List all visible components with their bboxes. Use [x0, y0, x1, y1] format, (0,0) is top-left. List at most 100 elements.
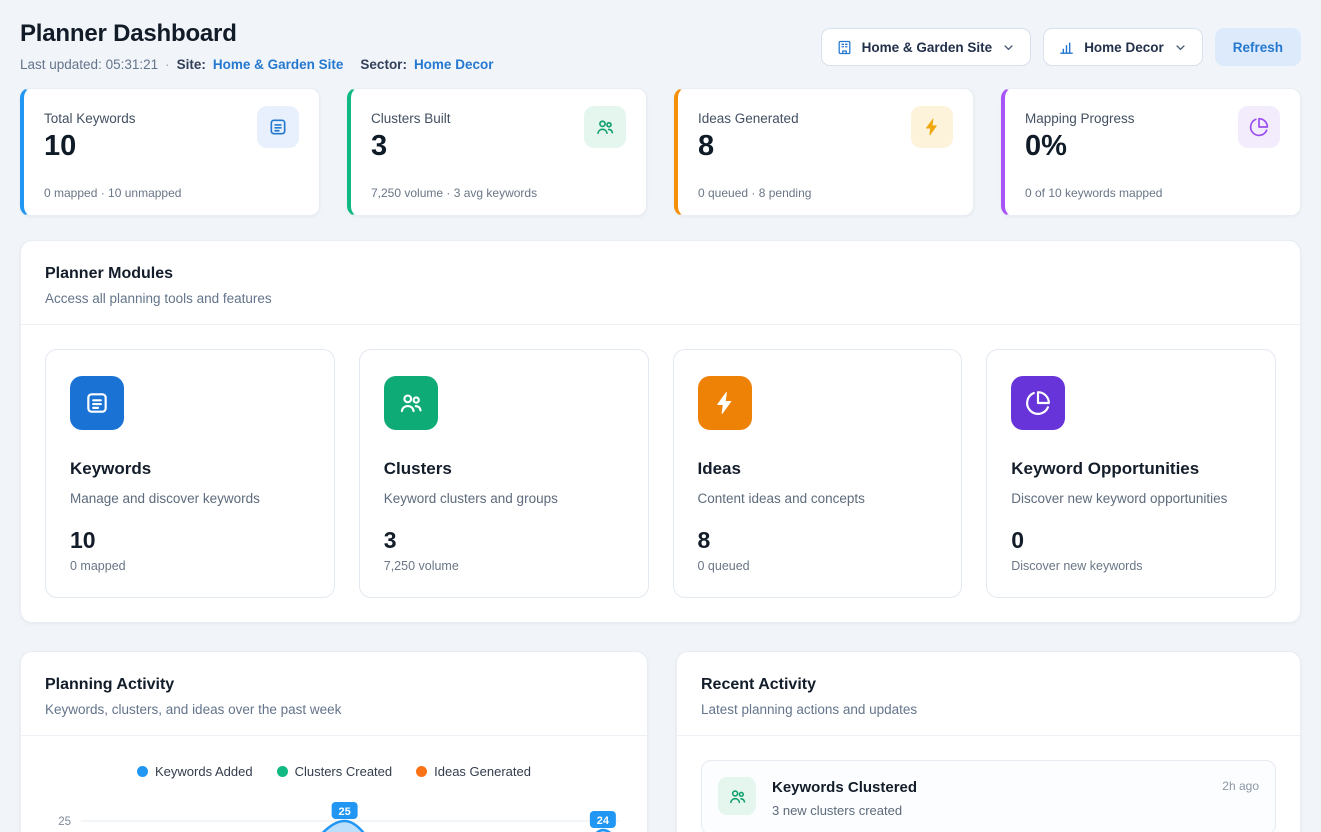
last-updated-text: Last updated: 05:31:21 — [20, 57, 158, 72]
module-card[interactable]: Ideas Content ideas and concepts 8 0 que… — [673, 349, 963, 598]
users-icon — [584, 106, 626, 148]
sector-label: Sector: — [360, 57, 407, 72]
module-title: Clusters — [384, 459, 624, 479]
bolt-icon — [698, 376, 752, 430]
module-subtext: 7,250 volume — [384, 559, 624, 573]
stat-card: Mapping Progress 0% 0 of 10 keywords map… — [1001, 88, 1301, 216]
bar-chart-icon — [1058, 39, 1075, 56]
planning-activity-header: Planning Activity Keywords, clusters, an… — [21, 652, 647, 736]
activity-body: Keywords Clustered 3 new clusters create… — [772, 777, 1206, 818]
activity-list: Keywords Clustered 3 new clusters create… — [677, 736, 1300, 832]
stat-subtext: 0 of 10 keywords mapped — [1025, 186, 1280, 200]
legend-label: Clusters Created — [295, 764, 393, 779]
stat-card: Total Keywords 10 0 mapped · 10 unmapped — [20, 88, 320, 216]
document-icon — [257, 106, 299, 148]
site-label: Site: — [177, 57, 206, 72]
module-subtext: 0 mapped — [70, 559, 310, 573]
stat-value: 0% — [1025, 130, 1238, 163]
site-selector-dropdown[interactable]: Home & Garden Site — [821, 28, 1032, 66]
chevron-down-icon — [1001, 40, 1016, 55]
module-title: Keywords — [70, 459, 310, 479]
module-title: Keyword Opportunities — [1011, 459, 1251, 479]
module-title: Ideas — [698, 459, 938, 479]
module-card[interactable]: Keywords Manage and discover keywords 10… — [45, 349, 335, 598]
stat-subtext: 0 mapped · 10 unmapped — [44, 186, 299, 200]
stat-subtext: 7,250 volume · 3 avg keywords — [371, 186, 626, 200]
bottom-row: Planning Activity Keywords, clusters, an… — [20, 651, 1301, 832]
module-description: Content ideas and concepts — [698, 491, 938, 506]
pie-icon — [1238, 106, 1280, 148]
stat-label: Mapping Progress — [1025, 106, 1238, 126]
planning-activity-panel: Planning Activity Keywords, clusters, an… — [20, 651, 648, 832]
header: Planner Dashboard Last updated: 05:31:21… — [20, 20, 1301, 72]
stat-value: 8 — [698, 130, 911, 163]
meta-row: Last updated: 05:31:21 · Site: Home & Ga… — [20, 57, 493, 72]
recent-activity-title: Recent Activity — [701, 676, 1276, 694]
site-selector-label: Home & Garden Site — [862, 40, 993, 55]
module-description: Discover new keyword opportunities — [1011, 491, 1251, 506]
header-controls: Home & Garden Site Home Decor Refresh — [821, 28, 1301, 66]
stat-card: Clusters Built 3 7,250 volume · 3 avg ke… — [347, 88, 647, 216]
module-card[interactable]: Clusters Keyword clusters and groups 3 7… — [359, 349, 649, 598]
activity-description: 3 new clusters created — [772, 803, 1206, 818]
legend-label: Keywords Added — [155, 764, 253, 779]
planning-activity-chart: 252524 — [45, 789, 623, 832]
stat-card: Ideas Generated 8 0 queued · 8 pending — [674, 88, 974, 216]
legend-item: Keywords Added — [137, 764, 253, 779]
legend-label: Ideas Generated — [434, 764, 531, 779]
building-icon — [836, 39, 853, 56]
sector-link[interactable]: Home Decor — [414, 57, 494, 72]
sector-selector-label: Home Decor — [1084, 40, 1164, 55]
planner-modules-title: Planner Modules — [45, 265, 1276, 283]
stat-value: 3 — [371, 130, 584, 163]
stat-value: 10 — [44, 130, 257, 163]
chart-legend: Keywords Added Clusters Created Ideas Ge… — [45, 764, 623, 779]
module-value: 8 — [698, 527, 938, 554]
legend-item: Ideas Generated — [416, 764, 531, 779]
recent-activity-panel: Recent Activity Latest planning actions … — [676, 651, 1301, 832]
separator-dot: · — [165, 57, 170, 72]
module-subtext: 0 queued — [698, 559, 938, 573]
module-value: 10 — [70, 527, 310, 554]
module-value: 0 — [1011, 527, 1251, 554]
planning-activity-subtitle: Keywords, clusters, and ideas over the p… — [45, 702, 623, 717]
stat-label: Clusters Built — [371, 106, 584, 126]
stat-cards-row: Total Keywords 10 0 mapped · 10 unmapped… — [20, 88, 1301, 216]
recent-activity-subtitle: Latest planning actions and updates — [701, 702, 1276, 717]
refresh-button[interactable]: Refresh — [1215, 28, 1301, 66]
stat-label: Total Keywords — [44, 106, 257, 126]
sector-selector-dropdown[interactable]: Home Decor — [1043, 28, 1203, 66]
svg-text:25: 25 — [338, 806, 350, 818]
legend-item: Clusters Created — [277, 764, 393, 779]
document-icon — [70, 376, 124, 430]
modules-grid: Keywords Manage and discover keywords 10… — [21, 325, 1300, 622]
module-value: 3 — [384, 527, 624, 554]
recent-activity-header: Recent Activity Latest planning actions … — [677, 652, 1300, 736]
site-link[interactable]: Home & Garden Site — [213, 57, 344, 72]
planner-modules-subtitle: Access all planning tools and features — [45, 291, 1276, 306]
planning-activity-title: Planning Activity — [45, 676, 623, 694]
planner-dashboard-page: Planner Dashboard Last updated: 05:31:21… — [0, 0, 1321, 832]
planner-modules-header: Planner Modules Access all planning tool… — [21, 241, 1300, 325]
pie-icon — [1011, 376, 1065, 430]
page-title: Planner Dashboard — [20, 20, 493, 48]
stat-subtext: 0 queued · 8 pending — [698, 186, 953, 200]
legend-dot — [277, 766, 288, 777]
module-card[interactable]: Keyword Opportunities Discover new keywo… — [986, 349, 1276, 598]
chevron-down-icon — [1173, 40, 1188, 55]
stat-label: Ideas Generated — [698, 106, 911, 126]
chart-area: Keywords Added Clusters Created Ideas Ge… — [21, 736, 647, 832]
legend-dot — [416, 766, 427, 777]
bolt-icon — [911, 106, 953, 148]
module-description: Manage and discover keywords — [70, 491, 310, 506]
activity-item[interactable]: Keywords Clustered 3 new clusters create… — [701, 760, 1276, 832]
header-left: Planner Dashboard Last updated: 05:31:21… — [20, 20, 493, 72]
legend-dot — [137, 766, 148, 777]
activity-time: 2h ago — [1222, 779, 1259, 793]
svg-text:25: 25 — [58, 816, 71, 828]
module-description: Keyword clusters and groups — [384, 491, 624, 506]
module-subtext: Discover new keywords — [1011, 559, 1251, 573]
planner-modules-panel: Planner Modules Access all planning tool… — [20, 240, 1301, 623]
users-icon — [718, 777, 756, 815]
users-icon — [384, 376, 438, 430]
